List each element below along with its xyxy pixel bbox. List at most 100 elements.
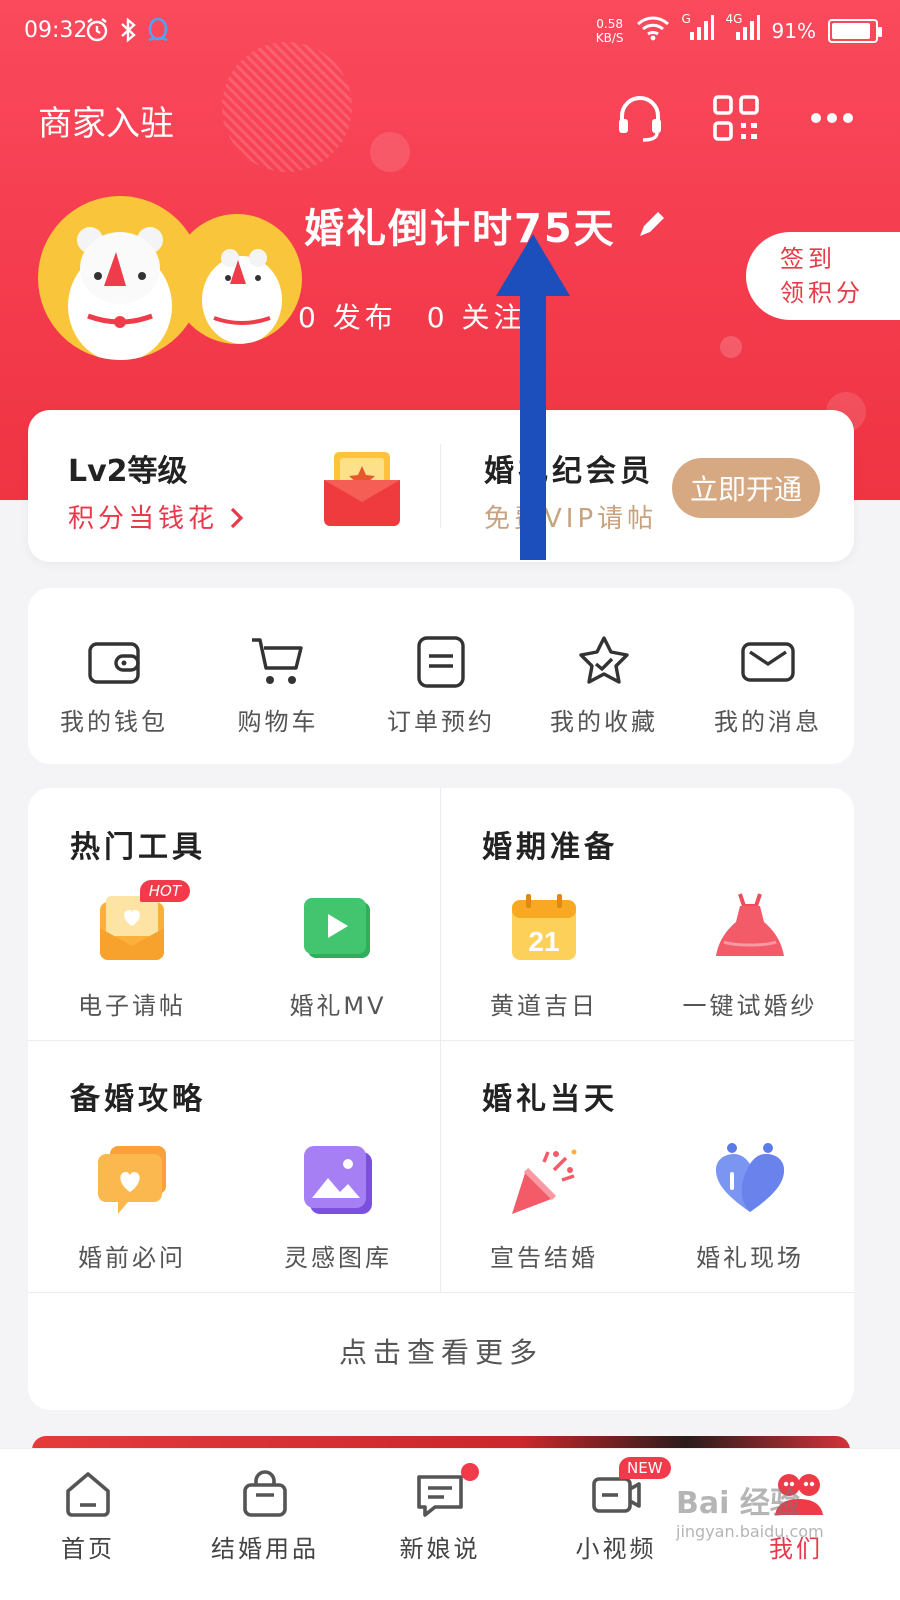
new-badge: NEW xyxy=(619,1457,671,1479)
watermark-url: jingyan.baidu.com xyxy=(676,1522,824,1541)
avatar[interactable] xyxy=(38,196,302,360)
annotation-arrow-head xyxy=(496,234,570,296)
wedding-mv-button[interactable]: 婚礼MV xyxy=(248,888,428,1021)
status-bar: 09:32 0.58 KB/S G 4G 91% xyxy=(0,0,900,64)
tab-label: 结婚用品 xyxy=(211,1535,319,1563)
section-hot-tools: 热门工具 HOT 电子请帖 婚礼MV xyxy=(28,788,440,1040)
tab-short-video[interactable]: NEW 小视频 xyxy=(546,1457,686,1564)
tool-label: 婚前必问 xyxy=(78,1244,186,1272)
divider xyxy=(440,444,441,528)
party-popper-icon xyxy=(504,1140,584,1220)
calendar-icon: 21 xyxy=(504,888,584,968)
chevron-right-icon xyxy=(230,504,244,534)
e-invitation-button[interactable]: HOT 电子请帖 xyxy=(42,880,222,1021)
tab-label: 新娘说 xyxy=(399,1535,481,1563)
points-link[interactable]: 积分当钱花 xyxy=(68,498,244,535)
section-title: 备婚攻略 xyxy=(70,1082,206,1117)
wedding-live-button[interactable]: 婚礼现场 xyxy=(660,1140,840,1273)
net-speed-unit: KB/S xyxy=(595,31,624,45)
try-dress-button[interactable]: 一键试婚纱 xyxy=(660,888,840,1021)
quick-action-label: 我的收藏 xyxy=(550,708,658,736)
signal-sim2-icon: 4G xyxy=(725,12,760,48)
quick-actions-card: 我的钱包 购物车 订单预约 我的收藏 我的消息 xyxy=(28,588,854,764)
baidu-jingyan-watermark: Bai 经验 jingyan.baidu.com xyxy=(676,1478,824,1541)
level-vip-card: Lv2等级 积分当钱花 婚礼纪会员 免费VIP请帖 立即开通 xyxy=(28,410,854,562)
stat-following[interactable]: 0 关注 xyxy=(427,296,526,336)
vip-title[interactable]: 婚礼纪会员 xyxy=(484,446,654,490)
stat-posts[interactable]: 0 发布 xyxy=(298,296,397,336)
tool-label: 婚礼MV xyxy=(289,992,387,1020)
battery-percent: 91% xyxy=(771,19,816,43)
checkin-button[interactable]: 签到 领积分 xyxy=(746,232,900,320)
checkin-sub-label: 领积分 xyxy=(780,279,864,307)
signal-sim1-icon: G xyxy=(681,12,714,48)
customer-service-icon[interactable] xyxy=(614,92,666,144)
tab-bride-talk[interactable]: 新娘说 xyxy=(370,1463,510,1564)
tool-label: 一键试婚纱 xyxy=(682,992,818,1020)
invitation-icon: HOT xyxy=(92,880,190,968)
tools-card: 热门工具 HOT 电子请帖 婚礼MV 婚期准备 21 黄道吉日 一键试婚纱 备婚… xyxy=(28,788,854,1410)
mail-icon xyxy=(741,642,795,682)
merchant-entry-link[interactable]: 商家入驻 xyxy=(38,96,174,145)
section-title: 热门工具 xyxy=(70,830,206,865)
vip-subtitle: 免费VIP请帖 xyxy=(484,504,658,534)
heart-chat-icon xyxy=(92,1140,172,1220)
wallet-button[interactable]: 我的钱包 xyxy=(34,634,194,737)
gallery-icon xyxy=(298,1140,378,1220)
tool-label: 黄道吉日 xyxy=(490,992,598,1020)
sim1-label: G xyxy=(681,12,691,26)
tool-label: 电子请帖 xyxy=(78,992,186,1020)
decor-circle xyxy=(720,336,742,358)
net-speed-value: 0.58 xyxy=(596,17,624,31)
battery-icon xyxy=(828,19,882,43)
more-options-icon[interactable] xyxy=(806,92,858,144)
edit-icon[interactable] xyxy=(636,208,664,244)
qr-code-icon[interactable] xyxy=(710,92,762,144)
chat-icon xyxy=(415,1463,479,1519)
hot-badge: HOT xyxy=(139,880,190,902)
dress-icon xyxy=(710,888,790,968)
stat-count: 0 xyxy=(426,301,449,334)
red-envelope-icon[interactable] xyxy=(324,450,400,526)
messages-button[interactable]: 我的消息 xyxy=(688,634,848,737)
cart-button[interactable]: 购物车 xyxy=(198,634,358,737)
order-button[interactable]: 订单预约 xyxy=(361,634,521,737)
home-icon xyxy=(63,1469,113,1519)
annotation-arrow-shaft xyxy=(520,290,546,560)
quick-action-label: 我的钱包 xyxy=(60,708,168,736)
tool-label: 宣告结婚 xyxy=(490,1244,598,1272)
tool-label: 婚礼现场 xyxy=(696,1244,804,1272)
calendar-day: 21 xyxy=(528,926,559,957)
stat-label: 关注 xyxy=(461,301,526,334)
stats-row: 0 发布 0 关注 xyxy=(298,296,526,336)
tab-label: 小视频 xyxy=(575,1535,657,1563)
inspiration-gallery-button[interactable]: 灵感图库 xyxy=(248,1140,428,1273)
notification-dot xyxy=(461,1463,479,1481)
pre-wedding-qa-button[interactable]: 婚前必问 xyxy=(42,1140,222,1273)
quick-action-label: 购物车 xyxy=(237,708,319,736)
qq-icon xyxy=(146,16,170,50)
quick-action-label: 我的消息 xyxy=(714,708,822,736)
cart-icon xyxy=(252,638,303,684)
announce-marriage-button[interactable]: 宣告结婚 xyxy=(454,1140,634,1273)
decor-circle xyxy=(370,132,410,172)
lucky-day-button[interactable]: 21 黄道吉日 xyxy=(454,888,634,1021)
tab-home[interactable]: 首页 xyxy=(18,1469,158,1564)
star-icon xyxy=(579,636,629,684)
watermark-brand: Bai 经验 xyxy=(676,1486,800,1521)
tab-wedding-supplies[interactable]: 结婚用品 xyxy=(195,1469,335,1564)
sim2-label: 4G xyxy=(725,12,743,26)
wallet-icon xyxy=(88,642,140,684)
net-speed: 0.58 KB/S xyxy=(596,17,624,45)
video-icon: NEW xyxy=(591,1457,671,1519)
tab-label: 首页 xyxy=(61,1535,115,1563)
wifi-icon xyxy=(636,15,670,47)
favorites-button[interactable]: 我的收藏 xyxy=(524,634,684,737)
checkin-label: 签到 xyxy=(780,245,836,273)
alarm-icon xyxy=(84,17,110,49)
level-title[interactable]: Lv2等级 xyxy=(68,446,188,490)
points-link-label: 积分当钱花 xyxy=(68,504,219,534)
section-title: 婚期准备 xyxy=(482,830,618,865)
view-more-button[interactable]: 点击查看更多 xyxy=(28,1292,854,1410)
open-vip-button[interactable]: 立即开通 xyxy=(672,458,820,518)
